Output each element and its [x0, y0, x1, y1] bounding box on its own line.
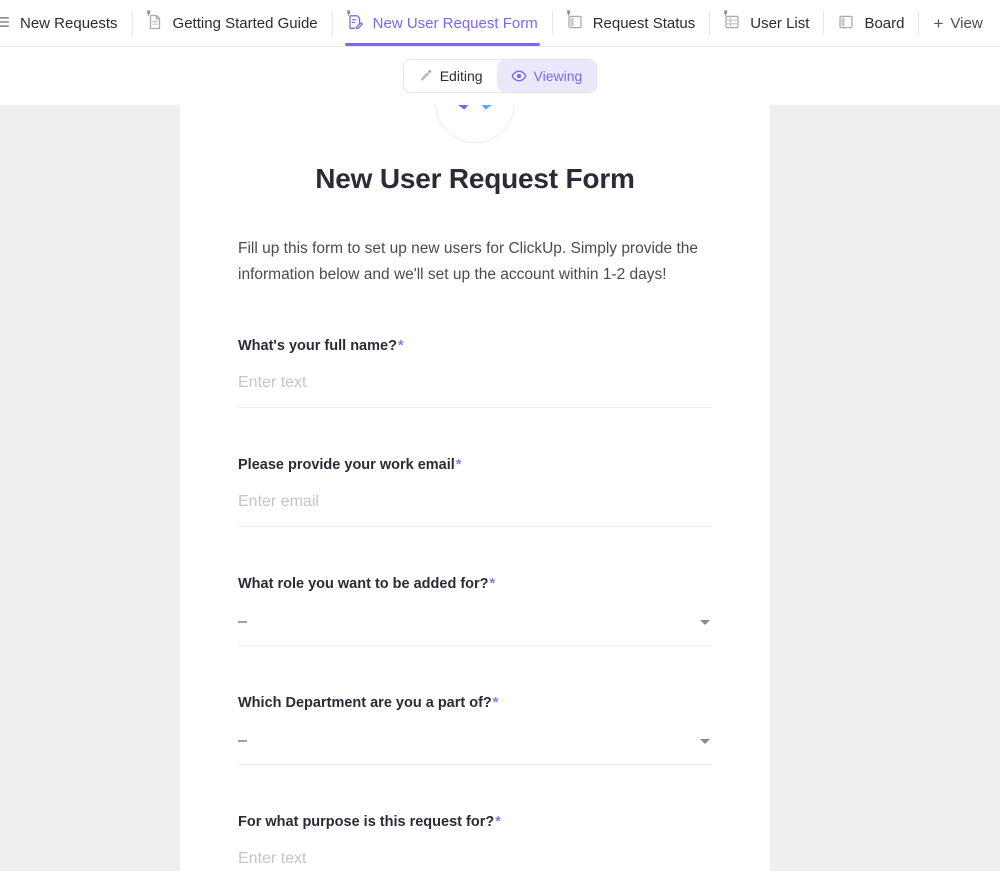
edit-view-toggle: Editing Viewing [402, 59, 598, 93]
list-icon [0, 14, 12, 32]
form-fields-list: What's your full name?* Enter text Please … [238, 338, 712, 871]
active-tab-underline [344, 43, 540, 46]
viewing-toggle-label: Viewing [533, 68, 583, 84]
form-field: Which Department are you a part of?* – [238, 695, 712, 765]
dropdown-value: – [238, 732, 247, 749]
plus-icon: + [933, 13, 944, 33]
tab-label: User List [750, 14, 810, 32]
required-marker: * [397, 338, 404, 354]
table-icon [723, 10, 742, 32]
field-text-input[interactable]: Enter email [238, 493, 712, 527]
field-label: For what purpose is this request for?* [238, 814, 712, 830]
tab-label: Request Status [592, 14, 696, 32]
field-label: Which Department are you a part of?* [238, 695, 712, 711]
form-field: What role you want to be added for?* – [238, 576, 712, 646]
field-label: What's your full name?* [238, 338, 712, 354]
dropdown-value: – [238, 613, 247, 630]
form-field: Please provide your work email* Enter ema… [238, 457, 712, 527]
field-label: Please provide your work email* [238, 457, 712, 473]
field-label-text: What's your full name? [238, 338, 397, 354]
field-label-text: Please provide your work email [238, 457, 455, 473]
tab-label: Board [864, 14, 905, 32]
required-marker: * [492, 695, 499, 711]
editing-toggle-option[interactable]: Editing [404, 60, 497, 92]
tab-new-requests[interactable]: New Requests [0, 0, 132, 46]
tab-new-user-request-form[interactable]: New User Request Form [333, 0, 552, 46]
form-field: What's your full name?* Enter text [238, 338, 712, 408]
field-label-text: Which Department are you a part of? [238, 695, 492, 711]
field-dropdown[interactable]: – [238, 612, 712, 646]
form-mode-bar: Editing Viewing [0, 47, 1000, 105]
eye-icon [511, 68, 527, 84]
tab-user-list[interactable]: User List [710, 0, 823, 46]
tab-label: New Requests [20, 14, 118, 32]
tab-board[interactable]: Board [824, 0, 918, 46]
required-marker: * [495, 814, 501, 830]
required-marker: * [455, 457, 462, 473]
tab-label: Getting Started Guide [172, 14, 318, 32]
field-label-text: For what purpose is this request for? [238, 814, 495, 830]
form-description: Fill up this form to set up new users fo… [238, 240, 699, 283]
clickup-logo-mark [456, 105, 494, 110]
tab-getting-started-guide[interactable]: Getting Started Guide [133, 0, 332, 46]
form-page-background: New User Request Form Fill up this form … [0, 105, 1000, 871]
field-dropdown[interactable]: – [238, 731, 712, 765]
form-icon [346, 10, 365, 32]
chevron-down-icon [700, 738, 710, 744]
add-view-button[interactable]: + View [919, 0, 996, 46]
field-label: What role you want to be added for?* [238, 576, 712, 592]
field-label-text: What role you want to be added for? [238, 576, 489, 592]
doc-icon [146, 10, 165, 32]
form-field: For what purpose is this request for?* En… [238, 814, 712, 871]
tab-label: New User Request Form [372, 14, 538, 32]
form-card: New User Request Form Fill up this form … [180, 105, 770, 871]
editing-toggle-label: Editing [439, 68, 483, 84]
board-icon [566, 10, 585, 32]
field-text-input[interactable]: Enter text [238, 374, 712, 408]
add-view-label: View [950, 14, 983, 32]
board-icon [838, 14, 856, 32]
tab-request-status[interactable]: Request Status [553, 0, 710, 46]
chevron-down-icon [700, 619, 710, 625]
pencil-icon [418, 69, 433, 84]
view-tab-bar: New Requests Getting Started Guide New Use… [0, 0, 1000, 47]
viewing-toggle-option[interactable]: Viewing [496, 60, 597, 92]
field-text-input[interactable]: Enter text [238, 850, 712, 871]
required-marker: * [489, 576, 496, 592]
